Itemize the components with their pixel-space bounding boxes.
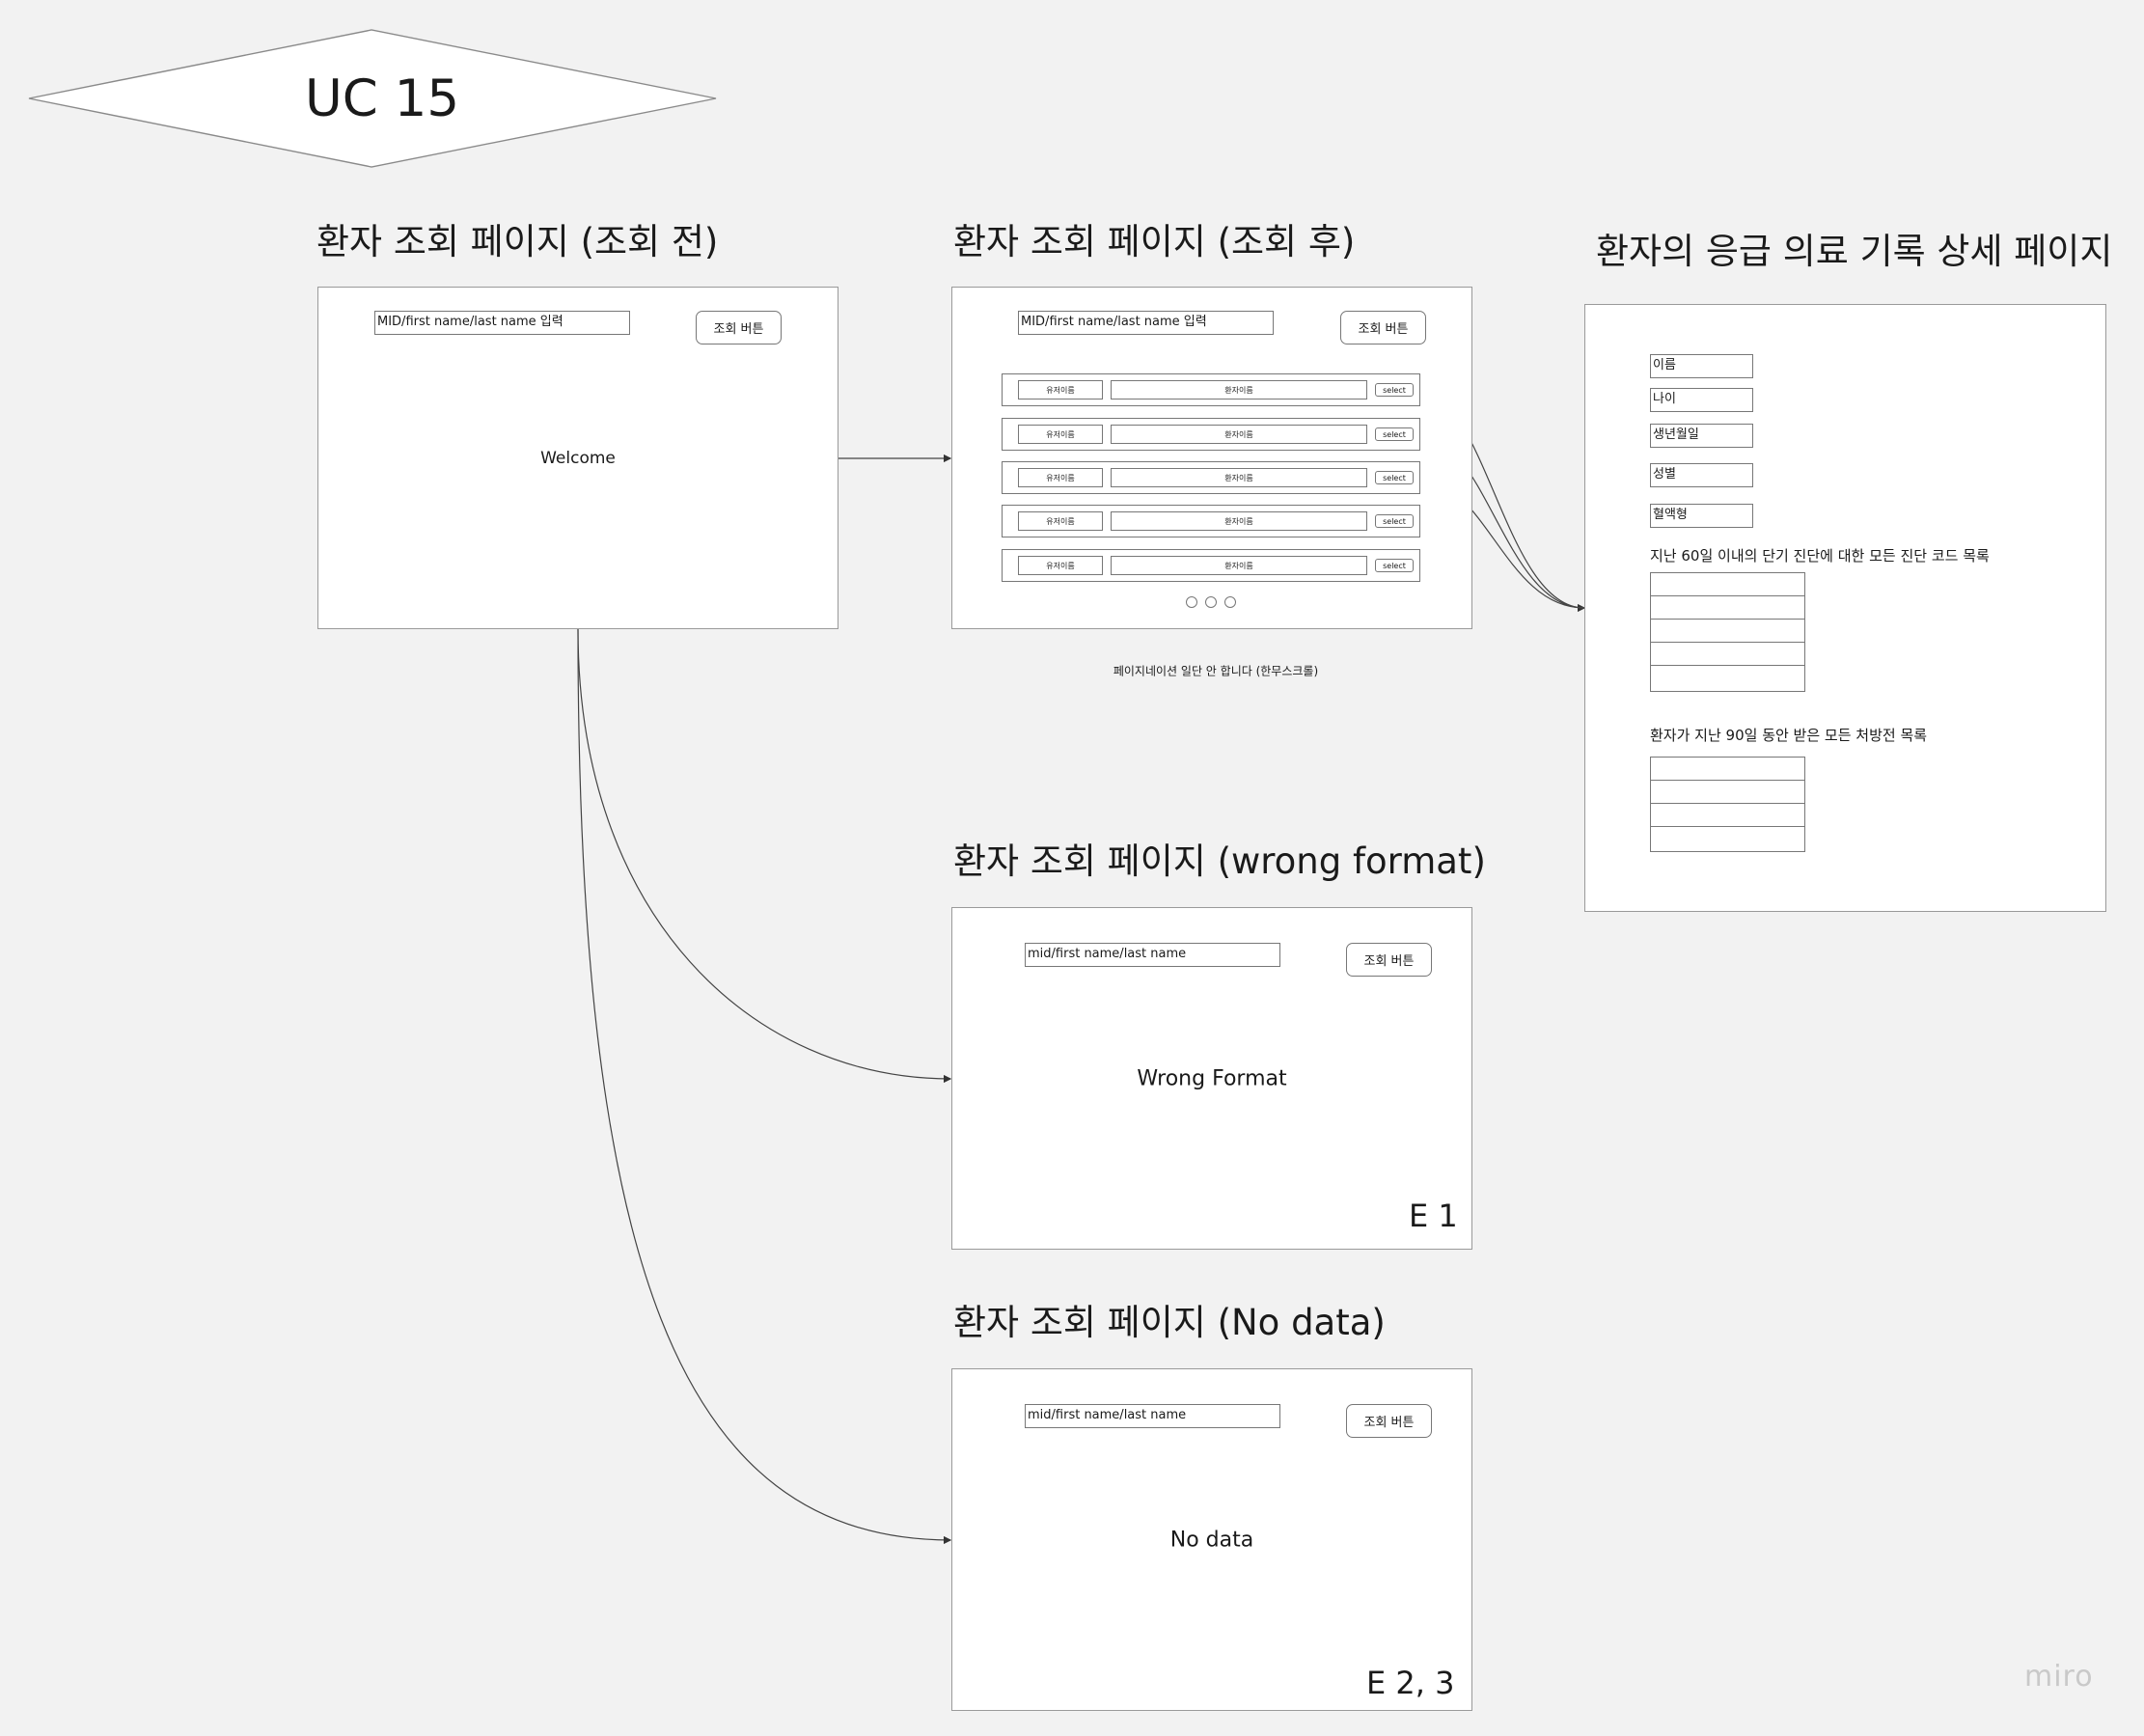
table-row: [1651, 666, 1804, 689]
search-button-before[interactable]: 조회 버튼: [696, 311, 782, 344]
heading-detail: 환자의 응급 의료 기록 상세 페이지: [1596, 231, 2113, 272]
table-row: [1651, 596, 1804, 620]
table-row: [1651, 620, 1804, 643]
select-button[interactable]: select: [1375, 471, 1414, 484]
result-row: 유저이름 환자이름 select: [1002, 505, 1420, 537]
user-name-cell: 유저이름: [1018, 425, 1103, 444]
wrong-format-message: Wrong Format: [1137, 1066, 1287, 1091]
user-name-cell: 유저이름: [1018, 556, 1103, 575]
table-row: [1651, 781, 1804, 804]
diagnosis-codes-table: [1650, 572, 1805, 692]
result-row: 유저이름 환자이름 select: [1002, 461, 1420, 494]
arrow-to-no-data: [577, 628, 952, 1545]
heading-wrong-format: 환자 조회 페이지 (wrong format): [953, 840, 1486, 882]
search-button-wrong-format[interactable]: 조회 버튼: [1346, 943, 1432, 977]
field-gender: 성별: [1650, 463, 1753, 487]
pagination-note: 페이지네이션 일단 안 합니다 (한무스크롤): [1113, 664, 1319, 678]
no-data-message: No data: [1169, 1528, 1254, 1553]
patient-name-cell: 환자이름: [1111, 511, 1367, 531]
exception-code-e1: E 1: [1409, 1198, 1458, 1234]
search-input-after[interactable]: MID/first name/last name 입력: [1018, 311, 1274, 335]
table-row: [1651, 758, 1804, 781]
exception-code-e2-3: E 2, 3: [1366, 1665, 1455, 1701]
field-name: 이름: [1650, 354, 1753, 378]
pagination-dot-icon[interactable]: [1186, 596, 1197, 608]
table-row: [1651, 804, 1804, 827]
heading-after: 환자 조회 페이지 (조회 후): [953, 221, 1356, 262]
user-name-cell: 유저이름: [1018, 380, 1103, 400]
patient-name-cell: 환자이름: [1111, 556, 1367, 575]
welcome-message: Welcome: [540, 449, 616, 468]
field-blood-type: 혈액형: [1650, 504, 1753, 528]
select-button[interactable]: select: [1375, 427, 1414, 441]
patient-name-cell: 환자이름: [1111, 425, 1367, 444]
field-age: 나이: [1650, 388, 1753, 412]
user-name-cell: 유저이름: [1018, 511, 1103, 531]
diagnosis-codes-label: 지난 60일 이내의 단기 진단에 대한 모든 진단 코드 목록: [1650, 547, 1990, 565]
result-row: 유저이름 환자이름 select: [1002, 549, 1420, 582]
miro-watermark: miro: [2024, 1660, 2094, 1694]
table-row: [1651, 827, 1804, 850]
table-row: [1651, 573, 1804, 596]
user-name-cell: 유저이름: [1018, 468, 1103, 487]
heading-before: 환자 조회 페이지 (조회 전): [316, 221, 719, 262]
search-input-wrong-format[interactable]: mid/first name/last name: [1025, 943, 1280, 967]
select-button[interactable]: select: [1375, 514, 1414, 528]
diagram-title: UC 15: [305, 69, 460, 128]
search-input-before[interactable]: MID/first name/last name 입력: [374, 311, 630, 335]
select-button[interactable]: select: [1375, 383, 1414, 397]
prescriptions-table: [1650, 757, 1805, 852]
result-row: 유저이름 환자이름 select: [1002, 373, 1420, 406]
pagination-dot-icon[interactable]: [1205, 596, 1217, 608]
arrow-to-wrong-format: [577, 628, 952, 1084]
search-button-no-data[interactable]: 조회 버튼: [1346, 1404, 1432, 1438]
patient-name-cell: 환자이름: [1111, 468, 1367, 487]
result-row: 유저이름 환자이름 select: [1002, 418, 1420, 451]
search-input-no-data[interactable]: mid/first name/last name: [1025, 1404, 1280, 1428]
select-button[interactable]: select: [1375, 559, 1414, 572]
table-row: [1651, 643, 1804, 666]
prescriptions-label: 환자가 지난 90일 동안 받은 모든 처방전 목록: [1650, 727, 1928, 744]
search-button-after[interactable]: 조회 버튼: [1340, 311, 1426, 344]
patient-name-cell: 환자이름: [1111, 380, 1367, 400]
pagination-dot-icon[interactable]: [1224, 596, 1236, 608]
field-birthdate: 생년월일: [1650, 424, 1753, 448]
heading-no-data: 환자 조회 페이지 (No data): [953, 1302, 1386, 1343]
